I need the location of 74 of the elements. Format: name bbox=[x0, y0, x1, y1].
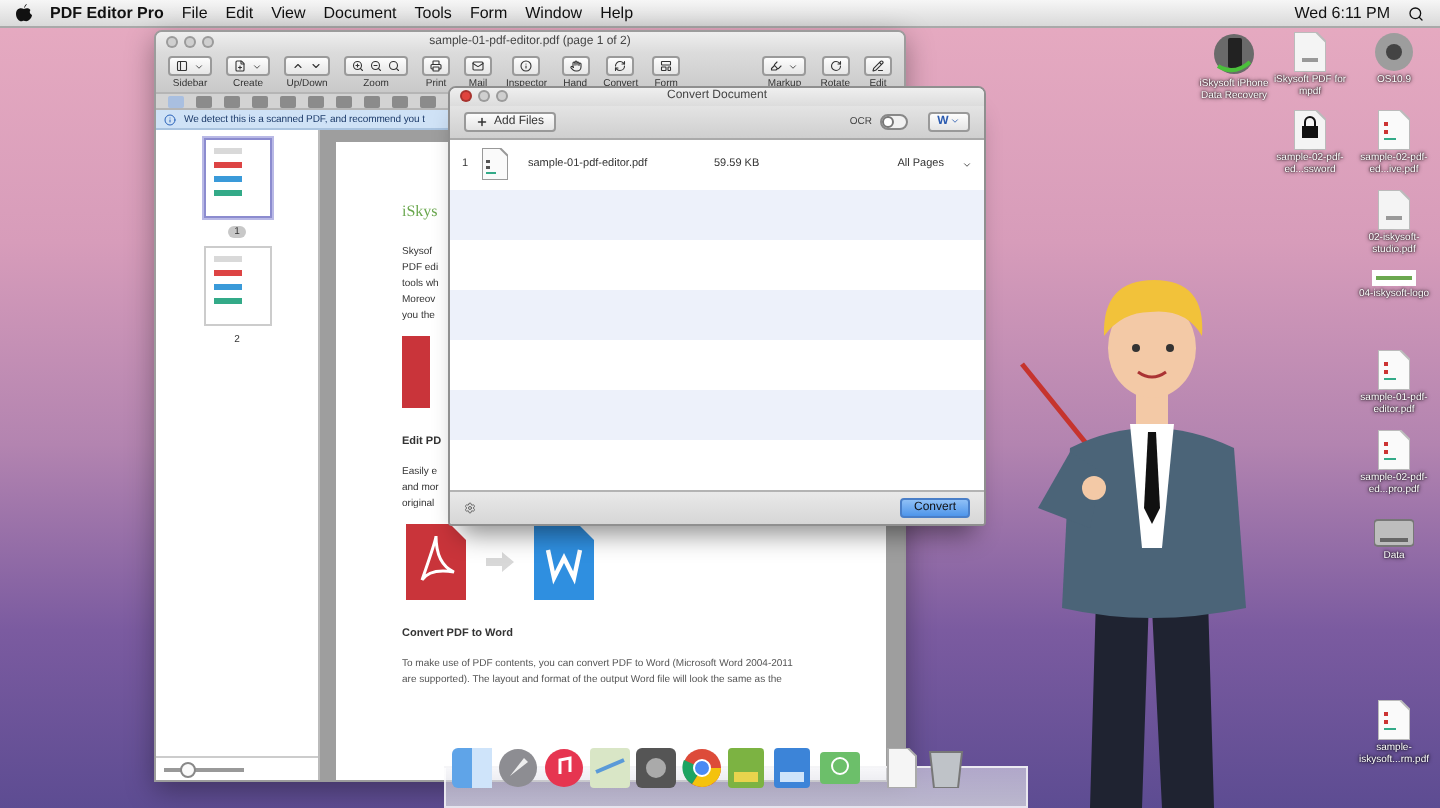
pdf-file-icon bbox=[1378, 190, 1410, 230]
menu-item[interactable]: View bbox=[271, 4, 306, 22]
zoom-button[interactable] bbox=[496, 90, 508, 103]
close-button[interactable] bbox=[166, 36, 178, 48]
pdf-document-icon bbox=[402, 336, 430, 408]
menu-item[interactable]: Document bbox=[323, 4, 397, 22]
toolbar-button[interactable] bbox=[422, 56, 450, 76]
minimize-button[interactable] bbox=[478, 90, 490, 103]
toolbar-button[interactable] bbox=[864, 56, 892, 76]
ocr-toggle[interactable] bbox=[880, 113, 908, 130]
document-icon bbox=[1378, 700, 1410, 740]
toolbar-button[interactable] bbox=[284, 56, 330, 76]
toolbar-icon bbox=[472, 60, 484, 72]
trash-icon[interactable] bbox=[928, 748, 964, 788]
pdf-file-icon bbox=[1294, 32, 1326, 72]
menu-item[interactable]: Edit bbox=[225, 4, 254, 22]
caret-icon bbox=[950, 116, 961, 127]
phone-icon bbox=[1212, 32, 1256, 76]
document-icon bbox=[1378, 110, 1410, 150]
toolbar-icon bbox=[614, 60, 627, 72]
toolbar-button[interactable] bbox=[464, 56, 492, 76]
locked-file-icon bbox=[1294, 110, 1326, 150]
apple-logo-icon[interactable] bbox=[16, 4, 32, 22]
minimize-button[interactable] bbox=[184, 36, 196, 48]
toolbar-icon bbox=[770, 60, 783, 72]
toolbar-button[interactable] bbox=[821, 56, 850, 76]
arrow-icon bbox=[486, 552, 514, 572]
toolbar-button[interactable] bbox=[344, 56, 408, 76]
page-thumbnail[interactable] bbox=[203, 246, 271, 326]
caret-icon bbox=[788, 61, 799, 71]
toolbar-icon bbox=[872, 60, 884, 72]
caret-icon bbox=[194, 61, 204, 71]
menu-item[interactable]: Help bbox=[600, 4, 634, 22]
music-note-icon[interactable] bbox=[544, 748, 584, 788]
zoom-button[interactable] bbox=[202, 36, 214, 48]
toolbar-button[interactable] bbox=[512, 56, 541, 76]
chrome-icon[interactable] bbox=[682, 748, 722, 788]
document-icon bbox=[1378, 430, 1410, 470]
disc-icon bbox=[1374, 32, 1414, 72]
app-menu[interactable]: PDF Editor Pro bbox=[50, 4, 164, 22]
toolbar-button[interactable] bbox=[606, 56, 635, 76]
search-icon[interactable] bbox=[1408, 5, 1424, 21]
close-button[interactable] bbox=[460, 90, 472, 103]
info-icon bbox=[164, 113, 176, 125]
page-thumbnail[interactable] bbox=[203, 138, 271, 218]
settings-icon[interactable] bbox=[464, 501, 476, 514]
toolbar-icon bbox=[520, 60, 533, 72]
caret-icon bbox=[962, 159, 972, 170]
toolbar-icon bbox=[388, 60, 400, 72]
slider-thumb[interactable] bbox=[180, 761, 196, 777]
toolbar-icon bbox=[176, 60, 188, 72]
toolbar-icon bbox=[569, 60, 582, 72]
caret-icon bbox=[252, 61, 262, 71]
toolbar-icon bbox=[234, 60, 246, 72]
document-icon bbox=[482, 148, 508, 181]
menu-item[interactable]: Tools bbox=[414, 4, 452, 22]
menu-item[interactable]: File bbox=[181, 4, 208, 22]
menu-item[interactable]: Form bbox=[469, 4, 508, 22]
toolbar-icon bbox=[829, 60, 842, 72]
document-icon bbox=[1378, 350, 1410, 390]
toolbar-icon bbox=[352, 60, 364, 72]
plus-icon bbox=[476, 115, 488, 128]
logo-icon bbox=[1372, 270, 1416, 286]
page-heading: iSkys bbox=[402, 202, 438, 220]
toolbar-icon bbox=[660, 60, 673, 72]
toolbar-button[interactable] bbox=[168, 56, 212, 76]
toolbar-icon bbox=[370, 60, 382, 72]
clock[interactable]: Wed 6:11 PM bbox=[1294, 4, 1390, 22]
hard-drive-icon bbox=[1374, 516, 1414, 548]
menu-item[interactable]: Window bbox=[525, 4, 583, 22]
document-icon[interactable] bbox=[882, 748, 922, 788]
toolbar-icon bbox=[430, 60, 442, 72]
toolbar-button[interactable] bbox=[561, 56, 590, 76]
toolbar-button[interactable] bbox=[652, 56, 681, 76]
